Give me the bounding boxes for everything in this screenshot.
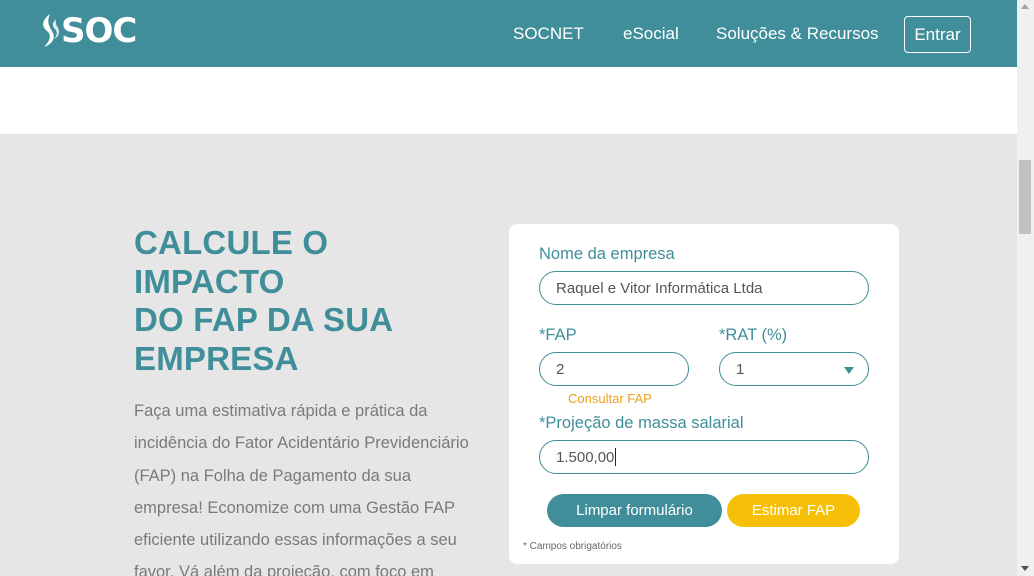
- scroll-thumb[interactable]: [1019, 160, 1031, 234]
- dropdown-arrow-icon: [844, 367, 854, 374]
- rat-selected-value: 1: [736, 360, 745, 378]
- intro-line: eficiente utilizando essas informações a…: [134, 531, 457, 550]
- headline-line: DO FAP DA SUA: [134, 301, 394, 338]
- top-navigation-bar: SOC SOCNET eSocial Soluções & Recursos E…: [0, 0, 1017, 67]
- scroll-down-arrow-icon[interactable]: [1021, 566, 1029, 571]
- company-name-label: Nome da empresa: [539, 245, 675, 263]
- intro-line: empresa! Economize com uma Gestão FAP: [134, 498, 455, 517]
- page-headline: CALCULE O IMPACTO DO FAP DA SUA EMPRESA: [134, 224, 494, 378]
- rat-label: *RAT (%): [719, 326, 788, 344]
- payroll-projection-label: *Projeção de massa salarial: [539, 414, 744, 432]
- intro-line: (FAP) na Folha de Pagamento da sua: [134, 466, 412, 485]
- login-button[interactable]: Entrar: [904, 16, 971, 53]
- intro-line: favor. Vá além da projeção, com foco em: [134, 563, 434, 576]
- text-cursor: [615, 448, 617, 466]
- company-name-value: Raquel e Vitor Informática Ltda: [556, 279, 763, 297]
- rat-select[interactable]: 1: [719, 352, 869, 386]
- intro-line: Faça uma estimativa rápida e prática da: [134, 402, 428, 420]
- consult-fap-link[interactable]: Consultar FAP: [568, 391, 652, 406]
- headline-line: IMPACTO: [134, 262, 285, 300]
- soc-logo[interactable]: SOC: [38, 11, 137, 51]
- fap-input[interactable]: 2: [539, 352, 689, 386]
- payroll-projection-input[interactable]: 1.500,00: [539, 440, 869, 474]
- nav-solucoes-recursos[interactable]: Soluções & Recursos: [716, 24, 879, 44]
- company-name-input[interactable]: Raquel e Vitor Informática Ltda: [539, 271, 869, 305]
- fap-calculator-form: Nome da empresa Raquel e Vitor Informáti…: [509, 224, 899, 564]
- headline-line: EMPRESA: [134, 339, 299, 377]
- soc-flame-icon: [43, 14, 59, 47]
- page-scrollbar[interactable]: [1017, 0, 1034, 576]
- headline-line: CALCULE O: [134, 224, 329, 261]
- nav-esocial[interactable]: eSocial: [623, 24, 679, 44]
- intro-paragraph: Faça uma estimativa rápida e prática da …: [134, 395, 502, 576]
- fap-value: 2: [556, 360, 565, 378]
- required-fields-note: * Campos obrigatórios: [523, 541, 622, 552]
- estimate-fap-button[interactable]: Estimar FAP: [727, 494, 860, 527]
- intro-line: incidência do Fator Acidentário Previden…: [134, 434, 469, 453]
- nav-socnet[interactable]: SOCNET: [513, 24, 584, 44]
- scroll-up-arrow-icon[interactable]: [1021, 4, 1029, 9]
- logo-text: SOC: [61, 11, 137, 51]
- payroll-projection-value: 1.500,00: [556, 448, 615, 466]
- clear-form-button[interactable]: Limpar formulário: [547, 494, 722, 527]
- header-spacer-band: [0, 67, 1017, 134]
- fap-label: *FAP: [539, 326, 577, 344]
